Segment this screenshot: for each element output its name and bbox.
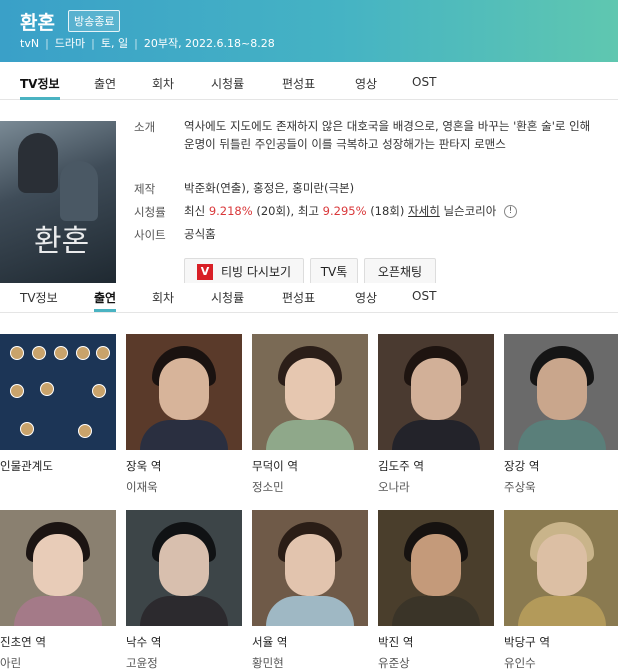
role-name: 무덕이 역 [252,459,298,473]
actor-photo [378,510,494,626]
program-meta: tvN | 드라마 | 토, 일 | 20부작, 2022.6.18~8.28 [20,37,275,50]
card-title: 인물관계도 [0,459,53,473]
tab-episodes[interactable]: 회차 [152,75,174,92]
top-tab-bar: TV정보 출연 회차 시청률 편성표 영상 OST [0,62,618,100]
actor-name[interactable]: 정소민 [252,479,368,495]
rating-label: 시청률 [134,205,166,219]
tving-logo-icon: V [196,263,213,280]
site-label: 사이트 [134,228,166,242]
role-name: 낙수 역 [126,635,162,649]
intro-label: 소개 [134,120,156,134]
actor-name[interactable]: 유준상 [378,655,494,671]
tab-ost[interactable]: OST [412,75,436,89]
sticky-tab-tv-info[interactable]: TV정보 [20,289,58,306]
program-title[interactable]: 환혼 [20,8,55,35]
latest-rating: 9.218% [208,204,253,218]
tab-tv-info[interactable]: TV정보 [20,75,60,100]
cast-card[interactable]: 장욱 역 이재욱 [126,334,242,495]
cast-card[interactable]: 서율 역 황민현 [252,510,368,671]
sticky-tab-ost[interactable]: OST [412,289,436,303]
actor-photo [252,510,368,626]
tab-cast[interactable]: 출연 [94,75,116,92]
intro-text: 역사에도 지도에도 존재하지 않은 대호국을 배경으로, 영혼을 바꾸는 '환혼… [184,119,591,151]
role-name: 진초연 역 [0,635,46,649]
cast-card[interactable]: 김도주 역 오나라 [378,334,494,495]
relationship-chart-image [0,334,116,450]
cast-card[interactable]: 진초연 역 아린 [0,510,116,671]
meta-days: 토, 일 [100,37,129,50]
tab-ratings[interactable]: 시청률 [211,75,244,92]
actor-photo [126,510,242,626]
actor-name[interactable]: 오나라 [378,479,494,495]
cast-card-relationship[interactable]: 인물관계도 [0,334,116,474]
tving-replay-button[interactable]: V 티빙 다시보기 [184,258,304,285]
meta-genre: 드라마 [54,37,86,50]
cast-card[interactable]: 무덕이 역 정소민 [252,334,368,495]
cast-card[interactable]: 박당구 역 유인수 [504,510,618,671]
role-name: 박진 역 [378,635,414,649]
tab-schedule[interactable]: 편성표 [282,75,315,92]
actor-name[interactable]: 황민현 [252,655,368,671]
rating-source: 닐슨코리아 [443,204,497,218]
actor-name[interactable]: 주상욱 [504,479,618,495]
tab-videos[interactable]: 영상 [355,75,377,92]
sticky-tab-episodes[interactable]: 회차 [152,289,174,306]
sticky-tab-schedule[interactable]: 편성표 [282,289,315,306]
status-badge: 방송종료 [68,10,121,32]
tv-talk-button[interactable]: TV톡 [310,258,358,285]
sticky-tab-cast[interactable]: 출연 [94,289,117,312]
cast-card[interactable]: 낙수 역 고윤정 [126,510,242,671]
actor-photo [126,334,242,450]
actor-photo [378,334,494,450]
role-name: 장욱 역 [126,459,162,473]
actor-name[interactable]: 유인수 [504,655,618,671]
actor-photo [504,510,618,626]
production-text[interactable]: 박준화(연출), 홍정은, 홍미란(극본) [184,179,594,197]
role-name: 장강 역 [504,459,540,473]
open-chat-button[interactable]: 오픈채팅 [364,258,436,285]
actor-photo [504,334,618,450]
rating-detail-link[interactable]: 자세히 [408,204,440,218]
peak-rating: 9.295% [322,204,367,218]
actor-name[interactable]: 아린 [0,655,116,671]
poster-image[interactable]: 환혼 [0,121,116,286]
sticky-tab-videos[interactable]: 영상 [355,289,377,306]
meta-episodes-dates: 20부작, 2022.6.18~8.28 [143,37,275,50]
actor-photo [252,334,368,450]
cast-card[interactable]: 장강 역 주상욱 [504,334,618,495]
actor-photo [0,510,116,626]
role-name: 김도주 역 [378,459,424,473]
role-name: 박당구 역 [504,635,550,649]
meta-channel[interactable]: tvN [20,37,39,50]
production-label: 제작 [134,182,156,196]
official-site-link[interactable]: 공식홈 [184,225,594,243]
poster-title-text: 환혼 [34,224,90,259]
actor-name[interactable]: 고윤정 [126,655,242,671]
help-icon[interactable]: ! [504,205,517,218]
cast-card[interactable]: 박진 역 유준상 [378,510,494,671]
role-name: 서율 역 [252,635,288,649]
actor-name[interactable]: 이재욱 [126,479,242,495]
program-header: 환혼 방송종료 tvN | 드라마 | 토, 일 | 20부작, 2022.6.18~8.2… [0,0,618,62]
sticky-tab-bar: TV정보 출연 회차 시청률 편성표 영상 OST [0,283,618,313]
rating-info: 최신 9.218% (20회), 최고 9.295% (18회) 자세히 닐슨코… [184,202,594,220]
sticky-tab-ratings[interactable]: 시청률 [211,289,244,306]
